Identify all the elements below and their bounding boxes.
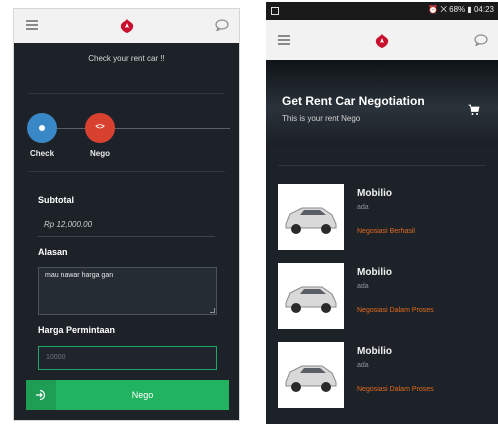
app-header <box>266 20 498 60</box>
car-thumbnail-icon <box>278 263 344 329</box>
divider <box>28 93 225 94</box>
subtotal-underline <box>38 236 215 237</box>
chat-bubble-icon[interactable] <box>215 19 229 31</box>
chat-bubble-icon[interactable] <box>474 34 488 46</box>
step-nego-label: Nego <box>90 149 110 158</box>
subtotal-label: Subtotal <box>38 195 74 205</box>
car-desc: ada <box>357 283 369 290</box>
screenshot-stage: Check your rent car !! <> Check Nego Sub… <box>0 0 498 424</box>
car-thumbnail-icon <box>278 342 344 408</box>
car-name: Mobilio <box>357 346 392 357</box>
status-badge: Negosiasi Dalam Proses <box>357 307 434 314</box>
alasan-textarea[interactable]: mau nawar harga gan <box>38 267 217 315</box>
alasan-text: mau nawar harga gan <box>45 272 114 279</box>
step-nego-circle[interactable]: <> <box>85 113 115 143</box>
step-check-label: Check <box>30 149 55 158</box>
car-desc: ada <box>357 204 369 211</box>
car-name: Mobilio <box>357 267 392 278</box>
menu-icon[interactable] <box>278 35 290 45</box>
code-brackets-icon: <> <box>95 122 105 131</box>
harga-permintaan-input[interactable]: 10000 <box>38 346 217 370</box>
page-title: Check your rent car !! <box>88 54 165 63</box>
status-bar: ⏰ ⨉ 68% ▮ 04:23 <box>266 2 498 20</box>
hero-subtitle: This is your rent Nego <box>282 114 361 123</box>
step-check-dot-icon <box>39 125 45 131</box>
nego-list-screen: ⏰ ⨉ 68% ▮ 04:23 Get Rent Car Negotiation… <box>266 2 498 424</box>
nego-button[interactable]: Nego <box>26 380 229 410</box>
menu-icon[interactable] <box>26 20 38 30</box>
hero-title: Get Rent Car Negotiation <box>282 94 425 108</box>
car-desc: ada <box>357 362 369 369</box>
app-header <box>14 9 239 43</box>
subtotal-value: Rp 12,000.00 <box>44 220 93 229</box>
step-check-circle[interactable] <box>27 113 57 143</box>
nego-button-label: Nego <box>131 390 154 400</box>
brand-logo-icon <box>120 19 133 33</box>
nego-form-screen: Check your rent car !! <> Check Nego Sub… <box>13 8 240 421</box>
alasan-label: Alasan <box>38 247 68 257</box>
list-item[interactable]: Mobilio ada Negosiasi Berhasil <box>278 184 488 250</box>
car-name: Mobilio <box>357 188 392 199</box>
resize-handle[interactable] <box>210 308 215 313</box>
divider <box>28 171 225 172</box>
status-info: ⏰ ⨉ 68% ▮ 04:23 <box>428 5 494 14</box>
list-item[interactable]: Mobilio ada Negosiasi Dalam Proses <box>278 263 488 329</box>
hero-banner: Get Rent Car Negotiation This is your re… <box>266 60 498 146</box>
gallery-icon <box>271 7 279 15</box>
brand-logo-icon <box>375 34 389 48</box>
car-thumbnail-icon <box>278 184 344 250</box>
stepper-line <box>42 128 230 129</box>
harga-permintaan-label: Harga Permintaan <box>38 325 116 335</box>
cart-icon[interactable] <box>468 104 480 116</box>
list-item[interactable]: Mobilio ada Negosiasi Dalam Proses <box>278 342 488 408</box>
divider <box>278 165 486 166</box>
login-icon <box>26 380 56 410</box>
status-badge: Negosiasi Berhasil <box>357 228 415 235</box>
status-badge: Negosiasi Dalam Proses <box>357 386 434 393</box>
